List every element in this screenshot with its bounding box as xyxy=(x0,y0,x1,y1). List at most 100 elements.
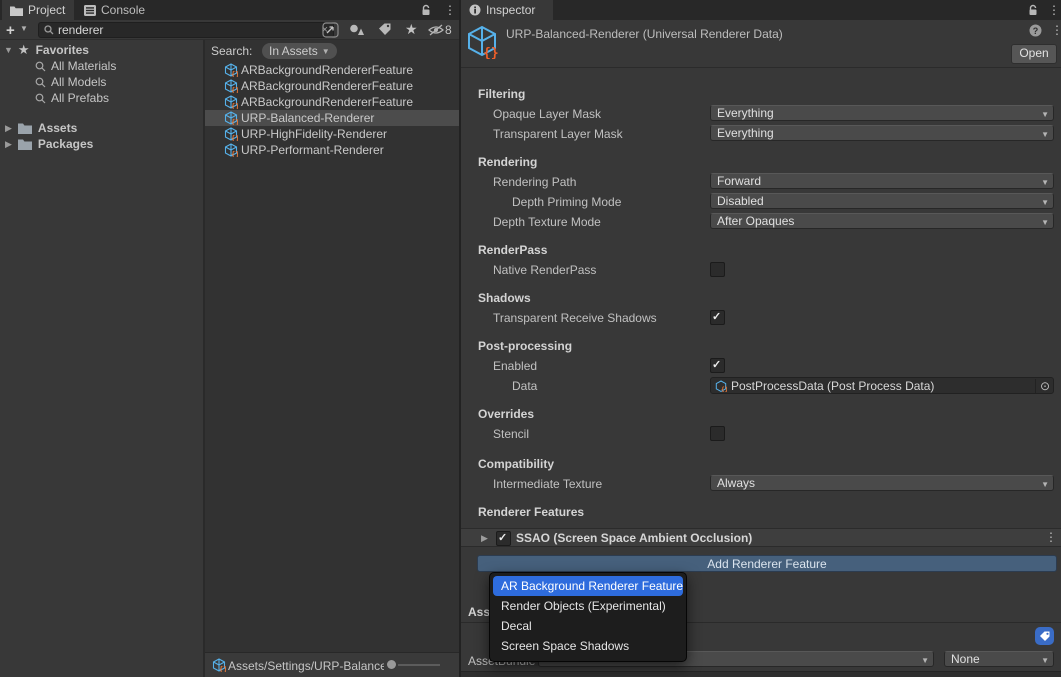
tree-item-label: All Materials xyxy=(51,59,116,73)
unlock-icon[interactable] xyxy=(420,4,432,16)
zoom-slider-handle[interactable] xyxy=(387,660,396,669)
favorites-star-icon[interactable]: ★ xyxy=(405,21,418,38)
add-renderer-feature-button[interactable]: Add Renderer Feature xyxy=(477,555,1057,572)
tree-item-all-prefabs[interactable]: All Prefabs xyxy=(0,90,203,106)
ssao-enabled-checkbox[interactable] xyxy=(496,531,511,546)
selected-asset-path: Assets/Settings/URP-Balanced-Renderer xyxy=(228,659,384,673)
transparent-receive-shadows-label: Transparent Receive Shadows xyxy=(493,311,657,325)
panel-splitter[interactable] xyxy=(459,0,461,677)
intermediate-texture-label: Intermediate Texture xyxy=(493,477,602,491)
folder-icon xyxy=(18,138,32,150)
folder-icon xyxy=(18,122,32,134)
section-filtering: Filtering xyxy=(478,87,525,101)
result-row[interactable]: {} URP-Performant-Renderer xyxy=(205,142,459,158)
query-icon xyxy=(35,77,46,88)
result-row[interactable]: {} URP-HighFidelity-Renderer xyxy=(205,126,459,142)
depth-priming-mode-dropdown[interactable]: Disabled▼ xyxy=(710,193,1054,209)
query-icon xyxy=(35,93,46,104)
search-by-type-icon[interactable] xyxy=(349,23,364,36)
transparent-layer-mask-dropdown[interactable]: Everything▼ xyxy=(710,125,1054,141)
native-renderpass-checkbox[interactable] xyxy=(710,262,725,277)
ssao-feature-label: SSAO (Screen Space Ambient Occlusion) xyxy=(516,531,752,545)
open-button[interactable]: Open xyxy=(1011,44,1057,64)
foldout-open-icon[interactable]: ▼ xyxy=(4,45,13,55)
tab-console[interactable]: Console xyxy=(76,0,168,20)
rendering-path-dropdown[interactable]: Forward▼ xyxy=(710,173,1054,189)
svg-text:{}: {} xyxy=(483,46,499,59)
info-icon xyxy=(469,4,481,16)
tree-item-assets[interactable]: ▶ Assets xyxy=(0,120,203,136)
search-scope-label: Search: xyxy=(211,44,252,58)
search-input[interactable]: × xyxy=(38,22,334,38)
post-process-data-object-field[interactable]: {} PostProcessData (Post Process Data) ⊙ xyxy=(710,377,1054,394)
foldout-closed-icon[interactable]: ▶ xyxy=(5,139,12,150)
scope-dropdown-arrow-icon: ▼ xyxy=(322,47,330,56)
menu-item-render-objects[interactable]: Render Objects (Experimental) xyxy=(493,596,683,616)
ssao-feature-row[interactable]: ▶ SSAO (Screen Space Ambient Occlusion) … xyxy=(461,528,1061,547)
opaque-layer-mask-label: Opaque Layer Mask xyxy=(493,107,601,121)
transparent-layer-mask-label: Transparent Layer Mask xyxy=(493,127,623,141)
tree-item-favorites[interactable]: ▼ ★ Favorites xyxy=(0,42,203,58)
renderer-asset-icon: {} xyxy=(224,111,238,125)
tab-console-label: Console xyxy=(101,3,145,17)
post-processing-data-label: Data xyxy=(512,379,537,393)
renderer-feature-menu: AR Background Renderer Feature Render Ob… xyxy=(489,572,687,662)
unity-editor-window: Project Console ⋮ + ▼ × ★ 8 ▼ ★ Favorite xyxy=(0,0,1061,677)
menu-item-screen-space-shadows[interactable]: Screen Space Shadows xyxy=(493,636,683,656)
search-by-label-icon[interactable] xyxy=(378,23,392,36)
inspector-title: URP-Balanced-Renderer (Universal Rendere… xyxy=(506,27,783,41)
svg-text:{}: {} xyxy=(231,151,238,158)
renderer-asset-icon: {} xyxy=(224,143,238,157)
svg-text:{}: {} xyxy=(231,87,238,94)
post-processing-enabled-checkbox[interactable] xyxy=(710,358,725,373)
asset-bundle-variant-dropdown[interactable]: None▼ xyxy=(944,651,1054,667)
project-menu-kebab-icon[interactable]: ⋮ xyxy=(444,3,456,17)
menu-item-decal[interactable]: Decal xyxy=(493,616,683,636)
result-row[interactable]: {} ARBackgroundRendererFeature xyxy=(205,94,459,110)
tree-item-label: Packages xyxy=(38,137,93,151)
object-field-value: PostProcessData (Post Process Data) xyxy=(731,379,934,393)
dropdown-arrow-icon: ▼ xyxy=(1041,176,1049,189)
inspector-unlock-icon[interactable] xyxy=(1027,4,1039,16)
intermediate-texture-dropdown[interactable]: Always▼ xyxy=(710,475,1054,491)
favorites-label: Favorites xyxy=(36,43,89,57)
add-label-tag-button[interactable] xyxy=(1035,627,1054,645)
result-row[interactable]: {} ARBackgroundRendererFeature xyxy=(205,78,459,94)
zoom-slider-track[interactable] xyxy=(398,664,440,666)
help-icon[interactable]: ? xyxy=(1029,24,1042,37)
depth-texture-mode-dropdown[interactable]: After Opaques▼ xyxy=(710,213,1054,229)
tab-project[interactable]: Project xyxy=(2,0,74,20)
opaque-layer-mask-dropdown[interactable]: Everything▼ xyxy=(710,105,1054,121)
native-renderpass-label: Native RenderPass xyxy=(493,263,596,277)
create-plus-icon[interactable]: + xyxy=(6,22,15,39)
inspector-header-kebab-icon[interactable]: ⋮ xyxy=(1051,23,1061,37)
dropdown-arrow-icon: ▼ xyxy=(1041,128,1049,141)
star-icon: ★ xyxy=(18,42,30,58)
search-results-panel: Search: In Assets ▼ {} ARBackgroundRende… xyxy=(205,40,459,652)
tab-inspector[interactable]: Inspector xyxy=(461,0,553,20)
tree-item-all-models[interactable]: All Models xyxy=(0,74,203,90)
menu-item-ar-background-renderer-feature[interactable]: AR Background Renderer Feature xyxy=(493,576,683,596)
object-picker-icon[interactable]: ⊙ xyxy=(1035,379,1050,393)
hidden-packages-eye-icon[interactable] xyxy=(428,24,444,36)
foldout-closed-icon[interactable]: ▶ xyxy=(481,533,488,544)
stencil-checkbox[interactable] xyxy=(710,426,725,441)
renderer-asset-icon: {} xyxy=(224,95,238,109)
search-scope-pill[interactable]: In Assets ▼ xyxy=(262,43,337,59)
create-dropdown-arrow-icon[interactable]: ▼ xyxy=(20,24,28,33)
open-search-window-icon[interactable] xyxy=(322,22,339,38)
renderer-asset-icon: {} xyxy=(224,63,238,77)
tree-item-packages[interactable]: ▶ Packages xyxy=(0,136,203,152)
result-row-selected[interactable]: {} URP-Balanced-Renderer xyxy=(205,110,459,126)
tree-item-label: All Prefabs xyxy=(51,91,109,105)
section-post-processing: Post-processing xyxy=(478,339,572,353)
stencil-label: Stencil xyxy=(493,427,529,441)
result-row[interactable]: {} ARBackgroundRendererFeature xyxy=(205,62,459,78)
foldout-closed-icon[interactable]: ▶ xyxy=(5,123,12,134)
inspector-menu-kebab-icon[interactable]: ⋮ xyxy=(1048,3,1060,17)
search-input-field[interactable] xyxy=(58,23,298,37)
section-rendering: Rendering xyxy=(478,155,537,169)
transparent-receive-shadows-checkbox[interactable] xyxy=(710,310,725,325)
tree-item-all-materials[interactable]: All Materials xyxy=(0,58,203,74)
ssao-kebab-icon[interactable]: ⋮ xyxy=(1045,530,1057,544)
